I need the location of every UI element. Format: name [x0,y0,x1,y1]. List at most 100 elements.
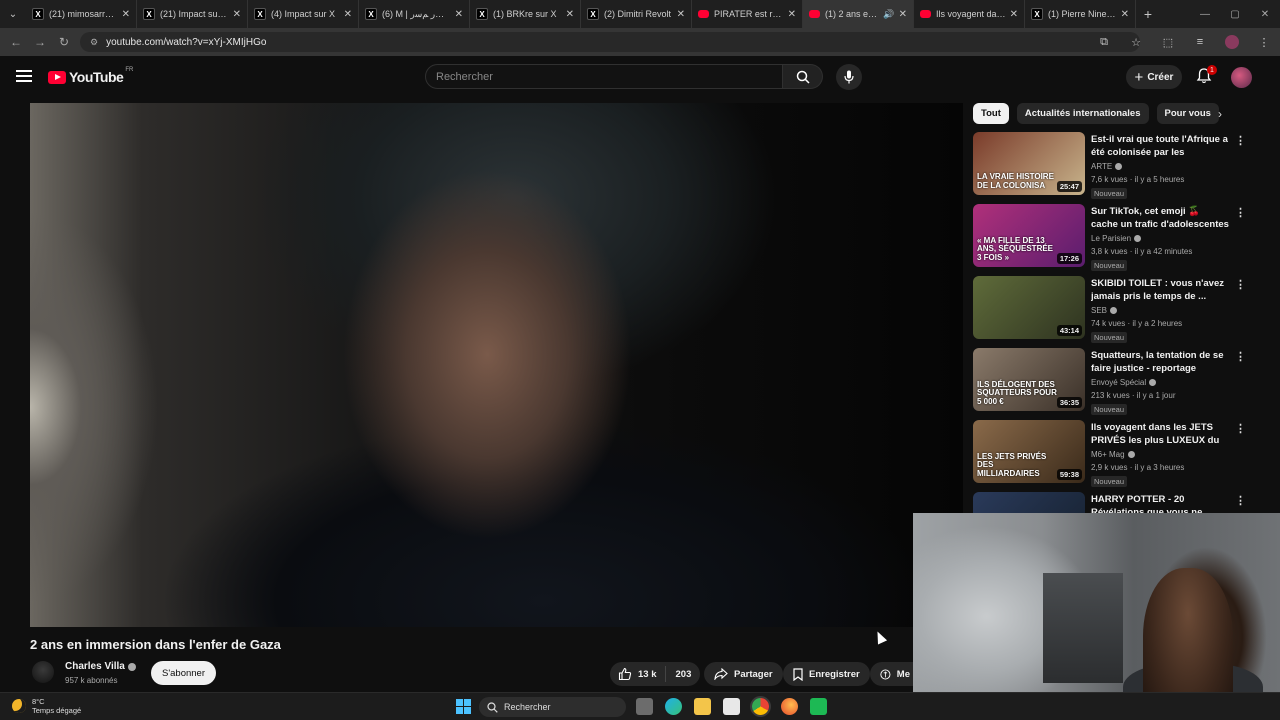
app-icon[interactable] [810,698,827,715]
recommendation-title[interactable]: SKIBIDI TOILET : vous n'avez jamais pris… [1091,277,1229,303]
recommendation-title[interactable]: Squatteurs, la tentation de se faire jus… [1091,349,1229,375]
browser-tab[interactable]: (1) 2 ans en im 🔊 ✕ [803,0,914,28]
video-thumbnail[interactable]: Ils délogent des squatteurs pour 5 000 €… [973,348,1085,411]
notifications-button[interactable]: 1 [1195,65,1217,87]
video-thumbnail[interactable]: 43:14 [973,276,1085,339]
more-options-icon[interactable]: ⋮ [1235,206,1246,219]
video-thumbnail[interactable]: Les jets privés des milliardaires 59:38 [973,420,1085,483]
reload-icon[interactable]: ↻ [52,35,76,49]
video-thumbnail[interactable]: « Ma fille de 13 ans, séquestrée 3 fois … [973,204,1085,267]
close-tab-icon[interactable]: ✕ [1121,9,1129,20]
firefox-icon[interactable] [781,698,798,715]
recommendation-item[interactable]: 43:14 SKIBIDI TOILET : vous n'avez jamais… [973,276,1246,344]
profile-avatar[interactable] [1222,32,1242,52]
close-window-icon[interactable]: ✕ [1250,0,1280,28]
youtube-logo[interactable]: YouTube FR [48,67,133,85]
edge-icon[interactable] [665,698,682,715]
tab-search-icon[interactable]: ⌄ [0,0,26,28]
search-input[interactable]: Rechercher [425,64,783,89]
filter-chip[interactable]: Tout [973,103,1009,124]
more-options-icon[interactable]: ⋮ [1235,134,1246,147]
speaker-icon[interactable]: 🔊 [883,9,894,20]
channel-name-link[interactable]: Charles Villa [65,661,136,672]
video-player[interactable] [30,103,963,627]
taskbar-search[interactable]: Rechercher [479,697,626,717]
video-thumbnail[interactable]: 20 Révélations [973,492,1085,513]
file-explorer-icon[interactable] [694,698,711,715]
new-tab-button[interactable]: + [1136,6,1160,22]
browser-tab[interactable]: X (6) M | ﺔﻟﺎﺳﺭ ﻢﺳﺭ ✕ [359,0,470,28]
maximize-icon[interactable]: ▢ [1220,0,1250,28]
channel-avatar[interactable] [32,661,54,683]
chrome-icon[interactable] [752,698,769,715]
subscribe-button[interactable]: S'abonner [151,661,216,685]
share-label: Partager [734,668,773,680]
close-tab-icon[interactable]: ✕ [1010,9,1018,20]
browser-tab[interactable]: Ils voyagent dans ✕ [914,0,1025,28]
close-tab-icon[interactable]: ✕ [344,9,352,20]
recommendation-item[interactable]: La vraie histoire de la colonisa 25:47 Est… [973,132,1246,200]
install-app-icon[interactable]: ⧉ [1094,32,1114,52]
menu-hamburger-icon[interactable] [16,70,32,82]
account-avatar[interactable] [1231,67,1252,88]
site-info-icon[interactable]: ⚙ [90,37,98,48]
browser-tab[interactable]: X (2) Dimitri Revolt ✕ [581,0,692,28]
save-button[interactable]: Enregistrer [783,662,870,686]
forward-icon[interactable]: → [28,35,52,49]
recommendation-item[interactable]: 20 Révélations HARRY POTTER - 20 Révélati… [973,492,1243,513]
recommendation-title[interactable]: Ils voyagent dans les JETS PRIVÉS les pl… [1091,421,1229,447]
more-options-icon[interactable]: ⋮ [1235,422,1246,435]
extensions-icon[interactable]: ⬚ [1158,32,1178,52]
recommendation-channel[interactable]: SEB [1091,306,1118,315]
recommendation-channel[interactable]: M6+ Mag [1091,450,1135,459]
browser-tab[interactable]: X (21) Impact sur X ✕ [137,0,248,28]
recommendation-channel[interactable]: Le Parisien [1091,234,1142,243]
close-tab-icon[interactable]: ✕ [788,9,796,20]
browser-tab[interactable]: PIRATER est rede ✕ [692,0,803,28]
recommendation-title[interactable]: HARRY POTTER - 20 Révélations que vous n… [1091,493,1229,513]
video-thumbnail[interactable]: La vraie histoire de la colonisa 25:47 [973,132,1085,195]
bookmark-star-icon[interactable]: ☆ [1126,32,1146,52]
close-tab-icon[interactable]: ✕ [566,9,574,20]
dislike-button[interactable]: 203 [666,669,692,680]
close-tab-icon[interactable]: ✕ [122,9,130,20]
more-options-icon[interactable]: ⋮ [1235,350,1246,363]
more-options-icon[interactable]: ⋮ [1235,494,1243,507]
chevron-right-icon[interactable]: › [1218,107,1234,123]
minimize-icon[interactable]: — [1190,0,1220,28]
recommendation-item[interactable]: Ils délogent des squatteurs pour 5 000 €… [973,348,1246,416]
browser-tab[interactable]: X (4) Impact sur X ✕ [248,0,359,28]
more-options-icon[interactable]: ⋮ [1235,278,1246,291]
browser-menu-icon[interactable]: ⋮ [1254,32,1274,52]
store-icon[interactable] [723,698,740,715]
windows-start-icon[interactable] [456,699,471,714]
weather-widget[interactable]: 8°C Temps dégagé [12,697,81,715]
filter-chip[interactable]: Pour vous [1156,103,1219,124]
search-button[interactable] [783,64,823,89]
recommendation-title[interactable]: Est-il vrai que toute l'Afrique a été co… [1091,133,1229,159]
recommendation-item[interactable]: « Ma fille de 13 ans, séquestrée 3 fois … [973,204,1246,272]
address-bar[interactable]: ⚙ youtube.com/watch?v=xYj-XMIjHGo [80,32,1140,52]
create-button[interactable]: + Créer [1126,65,1182,89]
recommendation-title[interactable]: Sur TikTok, cet emoji 🍒 cache un trafic … [1091,205,1229,231]
taskbar-search-label: Rechercher [504,702,551,712]
media-control-icon[interactable]: ≡ [1190,32,1210,52]
share-button[interactable]: Partager [704,662,783,686]
close-tab-icon[interactable]: ✕ [455,9,463,20]
close-tab-icon[interactable]: ✕ [233,9,241,20]
voice-search-button[interactable] [836,64,862,90]
recommendation-channel[interactable]: Envoyé Spécial [1091,378,1157,387]
browser-tab[interactable]: X (1) BRKre sur X ✕ [470,0,581,28]
browser-tab[interactable]: X (1) Pierre Niney a ✕ [1025,0,1136,28]
browser-tab[interactable]: X (21) mimosarrasin ✕ [26,0,137,28]
back-icon[interactable]: ← [4,35,28,49]
filter-chip[interactable]: Actualités internationales [1016,103,1149,124]
comment-count: 203 [675,668,692,680]
task-view-icon[interactable] [636,698,653,715]
browser-toolbar: ← → ↻ ⚙ youtube.com/watch?v=xYj-XMIjHGo … [0,28,1280,56]
close-tab-icon[interactable]: ✕ [899,9,907,20]
close-tab-icon[interactable]: ✕ [677,9,685,20]
recommendation-item[interactable]: Les jets privés des milliardaires 59:38 Il… [973,420,1246,488]
like-button[interactable]: 13 k [610,666,666,682]
recommendation-channel[interactable]: ARTE [1091,162,1123,171]
